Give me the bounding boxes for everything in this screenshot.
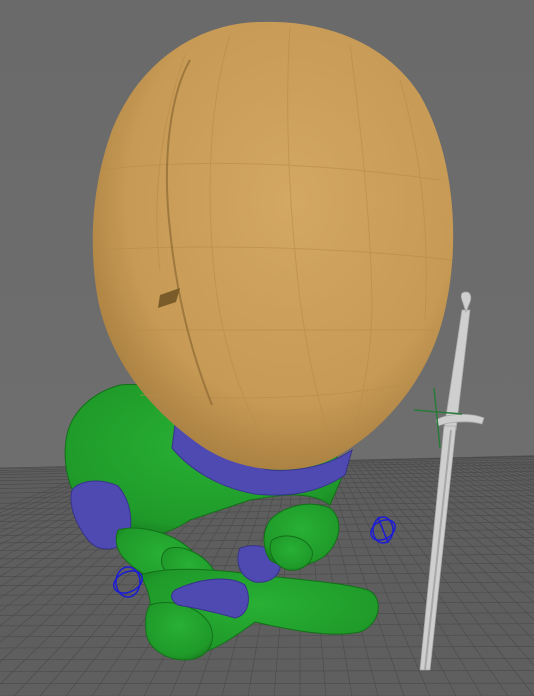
- viewport-canvas[interactable]: [0, 0, 534, 696]
- 3d-viewport[interactable]: [0, 0, 534, 696]
